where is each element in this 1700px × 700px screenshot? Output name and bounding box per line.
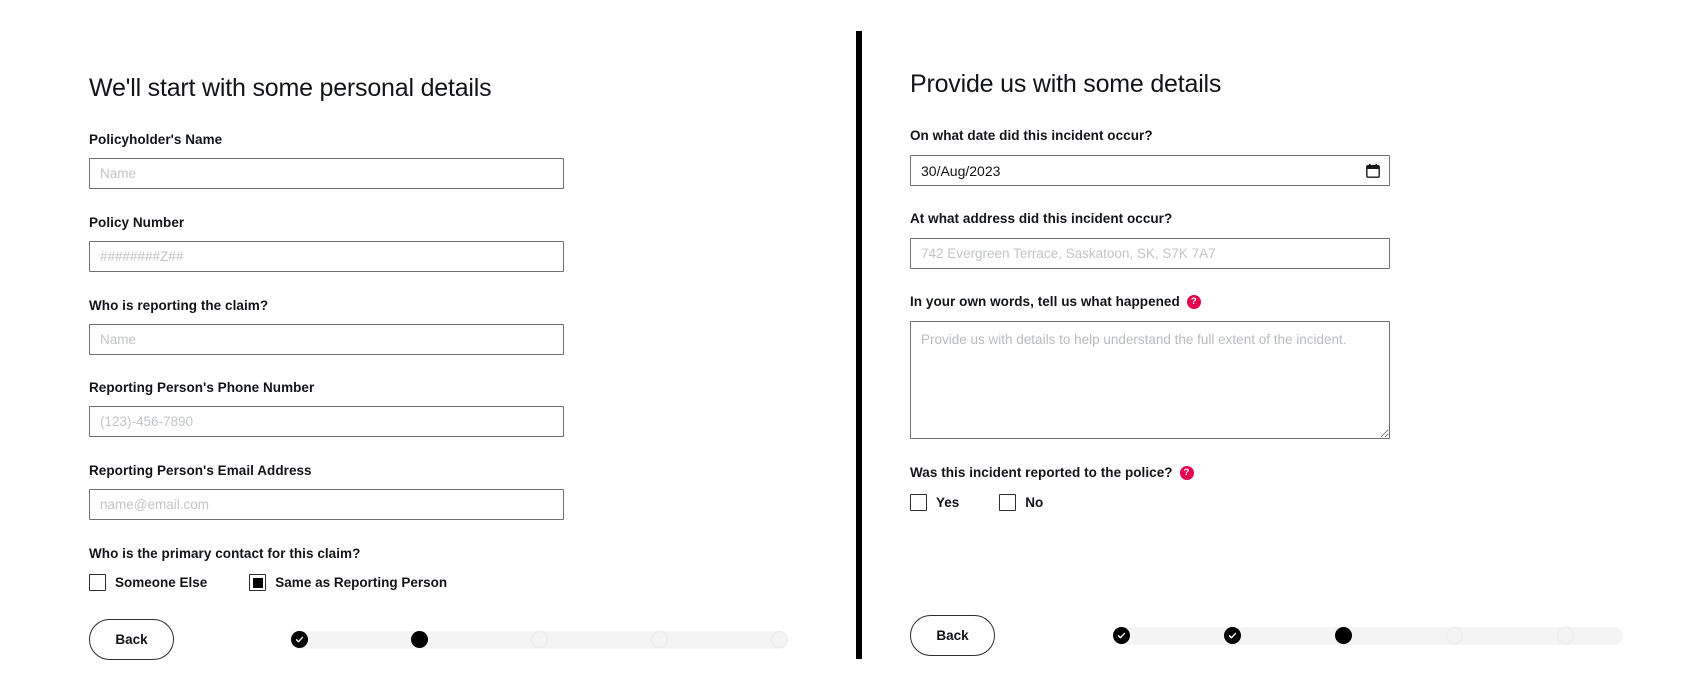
- reporter-email-input[interactable]: [89, 489, 564, 521]
- help-icon-police[interactable]: ?: [1179, 466, 1194, 481]
- policy-number-input[interactable]: [89, 241, 564, 273]
- checkbox-someone-else[interactable]: Someone Else: [89, 574, 208, 592]
- field-incident-address: At what address did this incident occur?: [910, 211, 1390, 270]
- incident-address-input[interactable]: [910, 238, 1390, 270]
- checkbox-police-yes-box[interactable]: [910, 494, 927, 512]
- checkbox-police-no-label: No: [1025, 495, 1044, 511]
- progress-step-5[interactable]: [1557, 627, 1574, 644]
- left-back-button[interactable]: Back: [89, 619, 174, 660]
- progress-step-2[interactable]: [1224, 627, 1241, 644]
- left-footer: Back: [89, 619, 788, 660]
- field-reporter-phone: Reporting Person's Phone Number: [89, 380, 564, 438]
- checkbox-police-no[interactable]: No: [999, 494, 1044, 512]
- field-reporter-name: Who is reporting the claim?: [89, 298, 564, 356]
- checkbox-police-no-box[interactable]: [999, 494, 1017, 512]
- progress-step-3[interactable]: [1335, 627, 1352, 644]
- reporter-email-label: Reporting Person's Email Address: [89, 463, 312, 478]
- checkbox-someone-else-box[interactable]: [89, 574, 106, 592]
- field-policy-number: Policy Number: [89, 215, 564, 273]
- help-icon-description[interactable]: ?: [1186, 295, 1201, 310]
- progress-step-1[interactable]: [1113, 627, 1130, 644]
- check-icon: [1117, 632, 1126, 639]
- check-icon: [1228, 632, 1237, 639]
- police-report-group: Was this incident reported to the police…: [910, 465, 1390, 512]
- right-progress-bar[interactable]: [1113, 626, 1623, 645]
- checkbox-police-yes[interactable]: Yes: [910, 494, 960, 512]
- field-policyholder-name: Policyholder's Name: [89, 132, 564, 190]
- check-icon: [295, 636, 304, 643]
- reporter-phone-label: Reporting Person's Phone Number: [89, 380, 315, 395]
- primary-contact-group: Who is the primary contact for this clai…: [89, 546, 564, 592]
- checkbox-someone-else-label: Someone Else: [115, 575, 208, 591]
- right-form-panel: Provide us with some details On what dat…: [862, 0, 1700, 700]
- primary-contact-question: Who is the primary contact for this clai…: [89, 546, 361, 561]
- left-page-title: We'll start with some personal details: [89, 74, 492, 102]
- police-report-question-text: Was this incident reported to the police…: [910, 465, 1173, 480]
- checkbox-same-as-reporting-person[interactable]: Same as Reporting Person: [249, 574, 448, 592]
- reporter-name-label: Who is reporting the claim?: [89, 298, 269, 313]
- progress-step-5[interactable]: [771, 631, 788, 648]
- incident-date-input[interactable]: [910, 155, 1390, 187]
- policyholder-name-label: Policyholder's Name: [89, 132, 223, 147]
- progress-step-4[interactable]: [1446, 627, 1463, 644]
- checkbox-same-as-reporting-person-label: Same as Reporting Person: [275, 575, 448, 591]
- primary-contact-options: Someone Else Same as Reporting Person: [89, 574, 564, 592]
- reporter-name-input[interactable]: [89, 324, 564, 356]
- right-page-title: Provide us with some details: [910, 70, 1222, 98]
- checkbox-police-yes-label: Yes: [936, 495, 960, 511]
- field-incident-description: In your own words, tell us what happened…: [910, 294, 1390, 440]
- right-back-button[interactable]: Back: [910, 615, 995, 656]
- claim-form-screen: We'll start with some personal details P…: [0, 0, 1700, 700]
- incident-date-wrapper: [910, 155, 1390, 187]
- right-footer: Back: [910, 615, 1623, 656]
- reporter-phone-input[interactable]: [89, 406, 564, 438]
- progress-step-3[interactable]: [531, 631, 548, 648]
- field-reporter-email: Reporting Person's Email Address: [89, 463, 564, 521]
- policyholder-name-input[interactable]: [89, 158, 564, 190]
- progress-step-2[interactable]: [411, 631, 428, 648]
- police-report-options: Yes No: [910, 494, 1390, 512]
- incident-date-label: On what date did this incident occur?: [910, 128, 1153, 143]
- policy-number-label: Policy Number: [89, 215, 185, 230]
- incident-address-label: At what address did this incident occur?: [910, 211, 1173, 226]
- checkbox-same-as-reporting-person-box[interactable]: [249, 574, 267, 592]
- incident-description-text: In your own words, tell us what happened: [910, 294, 1180, 309]
- left-form-panel: We'll start with some personal details P…: [0, 0, 856, 700]
- left-progress-bar[interactable]: [291, 630, 788, 649]
- field-incident-date: On what date did this incident occur?: [910, 128, 1390, 187]
- incident-description-textarea[interactable]: [910, 321, 1390, 440]
- progress-step-1[interactable]: [291, 631, 308, 648]
- police-report-question: Was this incident reported to the police…: [910, 465, 1390, 481]
- incident-description-label: In your own words, tell us what happened…: [910, 294, 1390, 310]
- progress-step-4[interactable]: [651, 631, 668, 648]
